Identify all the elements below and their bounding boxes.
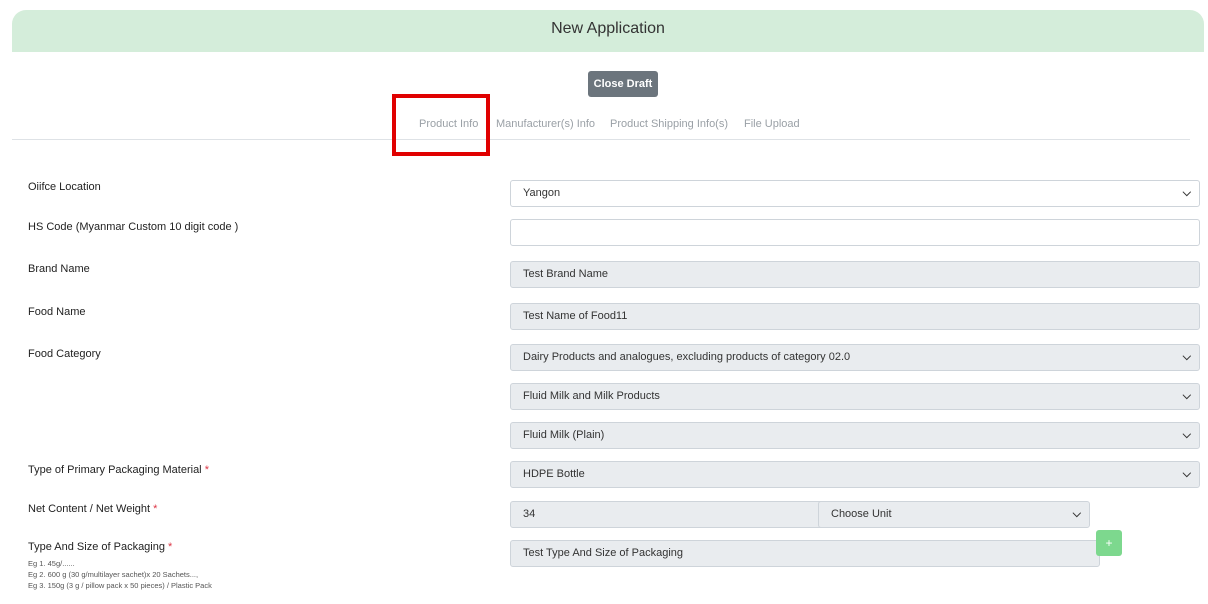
- add-packaging-button[interactable]: +: [1096, 530, 1122, 556]
- tab-highlight-box: [392, 94, 490, 156]
- food-name-label: Food Name: [28, 306, 86, 318]
- chevron-down-icon: ⌵: [1072, 508, 1081, 520]
- packaging-type-size-label: Type And Size of Packaging *: [28, 541, 172, 553]
- required-marker: *: [153, 503, 158, 515]
- tab-bar: Product Info Manufacturer(s) Info Produc…: [12, 110, 1190, 140]
- chevron-down-icon: ⌵: [1182, 429, 1191, 441]
- chevron-down-icon: ⌵: [1182, 187, 1191, 199]
- packaging-material-label: Type of Primary Packaging Material *: [28, 464, 209, 476]
- office-location-label: Oiifce Location: [28, 181, 101, 193]
- food-name-input[interactable]: Test Name of Food11: [510, 303, 1200, 330]
- chevron-down-icon: ⌵: [1182, 468, 1191, 480]
- food-category-select-1[interactable]: Dairy Products and analogues, excluding …: [510, 344, 1200, 371]
- application-card: New Application Close Draft Product Info…: [12, 10, 1204, 604]
- chevron-down-icon: ⌵: [1182, 351, 1191, 363]
- packaging-type-size-label-text: Type And Size of Packaging: [28, 541, 165, 553]
- office-location-select[interactable]: Yangon ⌵: [510, 180, 1200, 207]
- office-location-value: Yangon: [523, 187, 561, 199]
- packaging-hint-2: Eg 2. 600 g (30 g/multilayer sachet)x 20…: [28, 570, 199, 579]
- net-content-input[interactable]: 34: [510, 501, 836, 528]
- tab-product-shipping-info[interactable]: Product Shipping Info(s): [610, 118, 728, 130]
- food-category-select-2[interactable]: Fluid Milk and Milk Products ⌵: [510, 383, 1200, 410]
- packaging-hint-1: Eg 1. 45g/......: [28, 559, 75, 568]
- packaging-type-size-input[interactable]: Test Type And Size of Packaging: [510, 540, 1100, 567]
- close-draft-button[interactable]: Close Draft: [588, 71, 658, 97]
- net-content-unit-select[interactable]: Choose Unit ⌵: [818, 501, 1090, 528]
- chevron-down-icon: ⌵: [1182, 390, 1191, 402]
- net-content-label: Net Content / Net Weight *: [28, 503, 157, 515]
- food-category-label: Food Category: [28, 348, 101, 360]
- food-category-value-1: Dairy Products and analogues, excluding …: [523, 351, 851, 363]
- net-content-label-text: Net Content / Net Weight: [28, 503, 151, 515]
- tab-file-upload[interactable]: File Upload: [744, 118, 800, 130]
- packaging-hint-3: Eg 3. 150g (3 g / pillow pack x 50 piece…: [28, 581, 212, 590]
- brand-name-input[interactable]: Test Brand Name: [510, 261, 1200, 288]
- packaging-material-value: HDPE Bottle: [523, 468, 585, 480]
- required-marker: *: [168, 541, 173, 553]
- packaging-material-label-text: Type of Primary Packaging Material: [28, 464, 202, 476]
- food-category-value-2: Fluid Milk and Milk Products: [523, 390, 660, 402]
- net-content-unit-value: Choose Unit: [831, 508, 892, 520]
- brand-name-label: Brand Name: [28, 263, 90, 275]
- food-category-value-3: Fluid Milk (Plain): [523, 429, 605, 441]
- hs-code-input[interactable]: [510, 219, 1200, 246]
- packaging-material-select[interactable]: HDPE Bottle ⌵: [510, 461, 1200, 488]
- tab-manufacturer-info[interactable]: Manufacturer(s) Info: [496, 118, 595, 130]
- food-category-select-3[interactable]: Fluid Milk (Plain) ⌵: [510, 422, 1200, 449]
- hs-code-label: HS Code (Myanmar Custom 10 digit code ): [28, 221, 239, 233]
- required-marker: *: [204, 464, 209, 476]
- page-title: New Application: [12, 10, 1204, 52]
